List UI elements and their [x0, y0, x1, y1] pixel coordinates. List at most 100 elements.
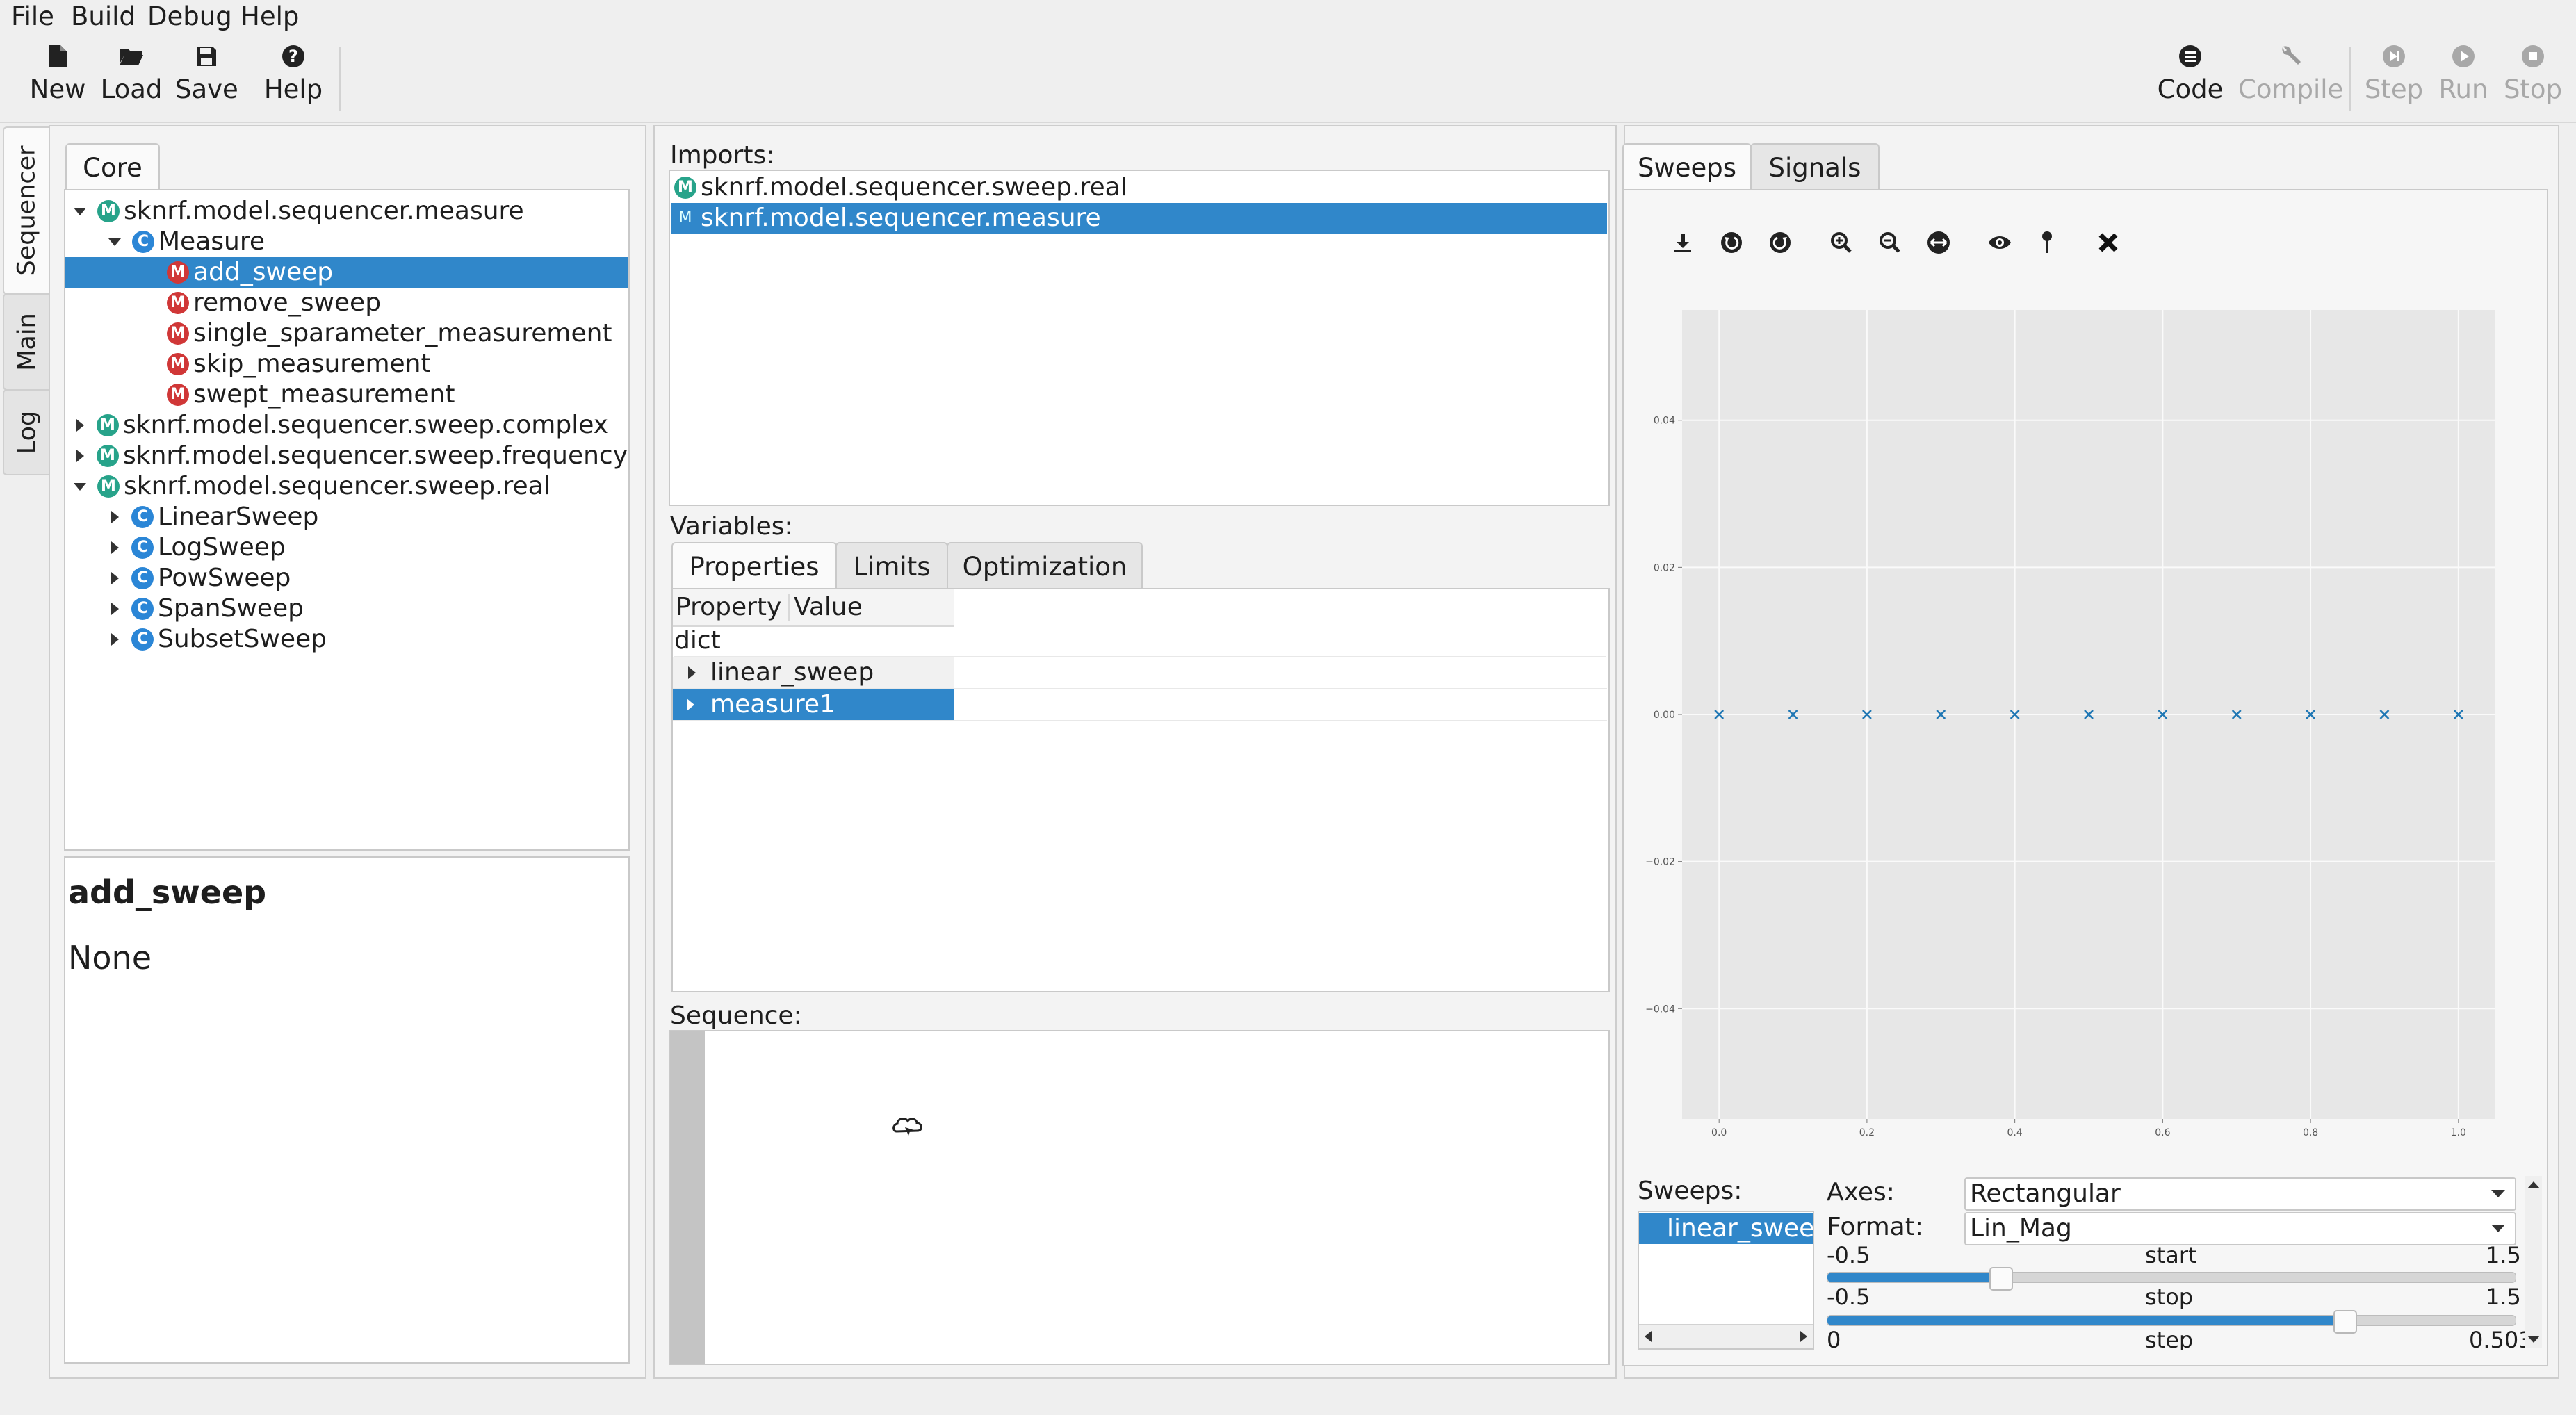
tree-item[interactable]: C LinearSweep — [65, 502, 628, 532]
start-label: start — [2145, 1242, 2197, 1268]
sequence-label: Sequence: — [670, 1001, 802, 1030]
tab-sweeps[interactable]: Sweeps — [1622, 143, 1752, 190]
class-icon: C — [131, 506, 154, 528]
tree-item[interactable]: Msknrf.model.sequencer.measure — [65, 196, 628, 227]
pin-icon[interactable] — [2030, 225, 2064, 260]
tree-item-label: sknrf.model.sequencer.measure — [124, 197, 524, 225]
stop-slider-handle[interactable] — [2333, 1310, 2357, 1334]
tree-item[interactable]: C LogSweep — [65, 532, 628, 563]
download-icon[interactable] — [1665, 225, 1700, 260]
tree-item[interactable]: Mswept_measurement — [65, 379, 628, 410]
import-item-selected[interactable]: M sknrf.model.sequencer.measure — [671, 203, 1607, 234]
format-select[interactable]: Lin_Mag — [1964, 1212, 2516, 1245]
expand-arrow-icon[interactable] — [688, 666, 696, 679]
module-icon: M — [678, 209, 692, 227]
side-tab-sequencer[interactable]: Sequencer — [3, 126, 50, 295]
column-divider[interactable] — [788, 594, 790, 621]
step-max: 0.503 — [2469, 1327, 2533, 1350]
import-item[interactable]: M sknrf.model.sequencer.sweep.real — [671, 172, 1607, 203]
tree-item[interactable]: Mremove_sweep — [65, 288, 628, 318]
table-row-selected[interactable]: measure1 — [673, 689, 1607, 721]
doc-body: None — [68, 939, 152, 976]
expand-arrow-icon[interactable] — [111, 541, 119, 554]
doc-title: add_sweep — [68, 874, 267, 911]
new-button[interactable]: New — [26, 35, 89, 118]
scroll-right-icon[interactable] — [1800, 1331, 1807, 1342]
tree-item-label: LogSweep — [158, 533, 286, 562]
step-button[interactable]: Step — [2361, 35, 2427, 118]
tree-item[interactable]: Msknrf.model.sequencer.sweep.frequency — [65, 441, 628, 471]
imports-list[interactable]: M sknrf.model.sequencer.sweep.real M skn… — [669, 170, 1610, 506]
stop-button[interactable]: Stop — [2500, 35, 2566, 118]
sweeps-list[interactable]: linear_sweep — [1638, 1211, 1814, 1350]
tab-limits[interactable]: Limits — [835, 542, 948, 589]
expand-arrow-icon[interactable] — [76, 419, 84, 432]
tree-item[interactable]: C SpanSweep — [65, 594, 628, 624]
collapse-arrow-icon[interactable] — [74, 207, 86, 215]
tree-item[interactable]: Mskip_measurement — [65, 349, 628, 379]
help-button[interactable]: ? Help — [260, 35, 327, 118]
expand-arrow-icon[interactable] — [76, 450, 84, 462]
sequence-editor[interactable] — [669, 1030, 1610, 1365]
pan-icon[interactable] — [1921, 225, 1956, 260]
method-icon: M — [167, 292, 189, 314]
code-button[interactable]: Code — [2152, 35, 2228, 118]
menu-help[interactable]: Help — [241, 1, 299, 32]
side-tab-log[interactable]: Log — [3, 389, 50, 475]
axes-select[interactable]: Rectangular — [1964, 1177, 2516, 1211]
vertical-scrollbar[interactable] — [2525, 1176, 2542, 1348]
expand-arrow-icon[interactable] — [111, 603, 119, 615]
compile-button[interactable]: Compile — [2238, 35, 2343, 118]
tree-item-label: sknrf.model.sequencer.sweep.real — [124, 472, 551, 500]
menu-debug[interactable]: Debug — [147, 1, 232, 32]
scroll-left-icon[interactable] — [1645, 1331, 1652, 1342]
stop-icon — [2500, 40, 2566, 72]
table-row-root[interactable]: dict — [674, 625, 1606, 657]
tree-item-label: PowSweep — [158, 564, 291, 592]
scroll-up-icon[interactable] — [2527, 1181, 2540, 1188]
column-property[interactable]: Property — [676, 592, 781, 623]
scroll-down-icon[interactable] — [2527, 1336, 2540, 1343]
expand-arrow-icon[interactable] — [111, 572, 119, 584]
x-tick-label: 1.0 — [2451, 1127, 2466, 1138]
undo-icon[interactable] — [1714, 225, 1749, 260]
sweep-plot[interactable]: 0.0 0.2 0.4 0.6 0.8 1.0 0.04 0.02 0.00 −0.02 −0.04 — [1627, 292, 2523, 1154]
tab-signals[interactable]: Signals — [1750, 143, 1880, 190]
tree-item-label: SpanSweep — [158, 594, 304, 623]
view-icon[interactable] — [1982, 225, 2017, 260]
tree-item[interactable]: Msknrf.model.sequencer.sweep.real — [65, 471, 628, 502]
tab-properties[interactable]: Properties — [671, 542, 837, 589]
run-button[interactable]: Run — [2433, 35, 2494, 118]
class-icon: C — [131, 628, 154, 651]
tree-item[interactable]: C SubsetSweep — [65, 624, 628, 655]
sweeps-list-item[interactable]: linear_sweep — [1639, 1213, 1813, 1244]
expand-arrow-icon[interactable] — [687, 698, 694, 711]
tree-item[interactable]: C PowSweep — [65, 563, 628, 594]
zoom-out-icon[interactable] — [1873, 225, 1907, 260]
sweep-properties: Axes: Rectangular Format: Lin_Mag -0.5 s… — [1825, 1176, 2541, 1350]
tree-item[interactable]: Madd_sweep — [65, 257, 628, 288]
tree-item[interactable]: Msknrf.model.sequencer.sweep.complex — [65, 410, 628, 441]
side-tab-main[interactable]: Main — [3, 293, 50, 391]
collapse-arrow-icon[interactable] — [74, 482, 86, 491]
load-button[interactable]: Load — [100, 35, 163, 118]
tree-item[interactable]: Msingle_sparameter_measurement — [65, 318, 628, 349]
tab-optimization[interactable]: Optimization — [947, 542, 1143, 589]
start-slider-handle[interactable] — [1989, 1267, 2013, 1291]
close-icon[interactable] — [2091, 225, 2126, 260]
properties-table[interactable]: Property Value dict linear_sweep measure… — [671, 588, 1610, 992]
expand-arrow-icon[interactable] — [111, 511, 119, 523]
module-tree[interactable]: Msknrf.model.sequencer.measure C Measure Ma… — [64, 189, 630, 851]
collapse-arrow-icon[interactable] — [108, 238, 121, 246]
save-button[interactable]: Save — [175, 35, 238, 118]
menu-build[interactable]: Build — [71, 1, 136, 32]
horizontal-scrollbar[interactable] — [1639, 1324, 1813, 1348]
zoom-in-icon[interactable] — [1824, 225, 1859, 260]
menu-file[interactable]: File — [11, 1, 54, 32]
tab-core[interactable]: Core — [65, 143, 160, 190]
expand-arrow-icon[interactable] — [111, 633, 119, 646]
table-row[interactable]: linear_sweep — [673, 657, 1607, 689]
column-value[interactable]: Value — [794, 592, 863, 623]
redo-icon[interactable] — [1763, 225, 1798, 260]
tree-item[interactable]: C Measure — [65, 227, 628, 257]
